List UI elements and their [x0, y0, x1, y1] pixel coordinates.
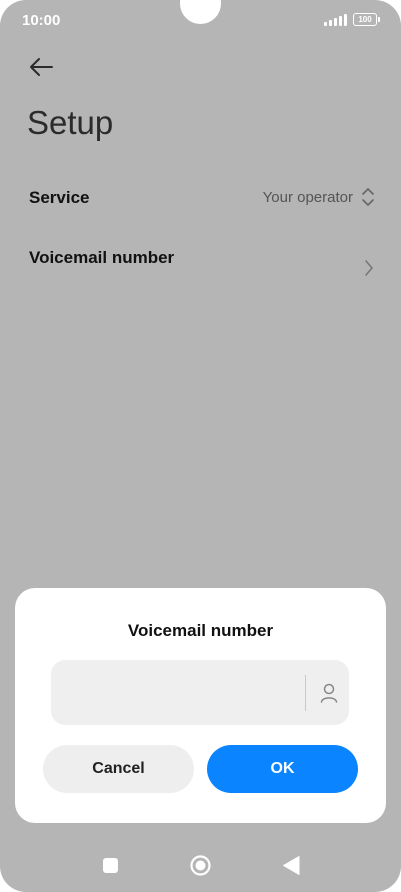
signal-icon	[324, 13, 347, 26]
ok-button[interactable]: OK	[207, 745, 358, 793]
status-time: 10:00	[22, 12, 61, 29]
dialog-title: Voicemail number	[127, 621, 274, 640]
arrow-left-icon[interactable]	[26, 54, 56, 80]
voicemail-number-dialog: Voicemail number Cancel OK	[15, 588, 386, 823]
service-value: Your operator	[262, 189, 353, 206]
square-icon[interactable]	[103, 858, 118, 873]
triangle-back-icon[interactable]	[282, 855, 300, 876]
service-label: Service	[29, 188, 90, 207]
cancel-button[interactable]: Cancel	[43, 745, 194, 793]
phone-screen: 10:00 100 Setup Service Your operator Vo…	[0, 0, 401, 892]
up-down-chevron-icon	[362, 188, 374, 206]
voicemail-number-label: Voicemail number	[29, 248, 175, 267]
page-title: Setup	[27, 104, 114, 141]
camera-notch	[180, 0, 221, 24]
status-icons: 100	[324, 13, 380, 26]
input-divider	[305, 675, 306, 711]
battery-level: 100	[358, 15, 372, 24]
contact-person-icon[interactable]	[319, 682, 339, 704]
voicemail-number-field	[51, 660, 349, 725]
battery-icon: 100	[353, 13, 380, 26]
chevron-right-icon	[365, 260, 373, 276]
circle-home-icon[interactable]	[190, 855, 211, 876]
voicemail-number-input[interactable]	[51, 660, 301, 725]
